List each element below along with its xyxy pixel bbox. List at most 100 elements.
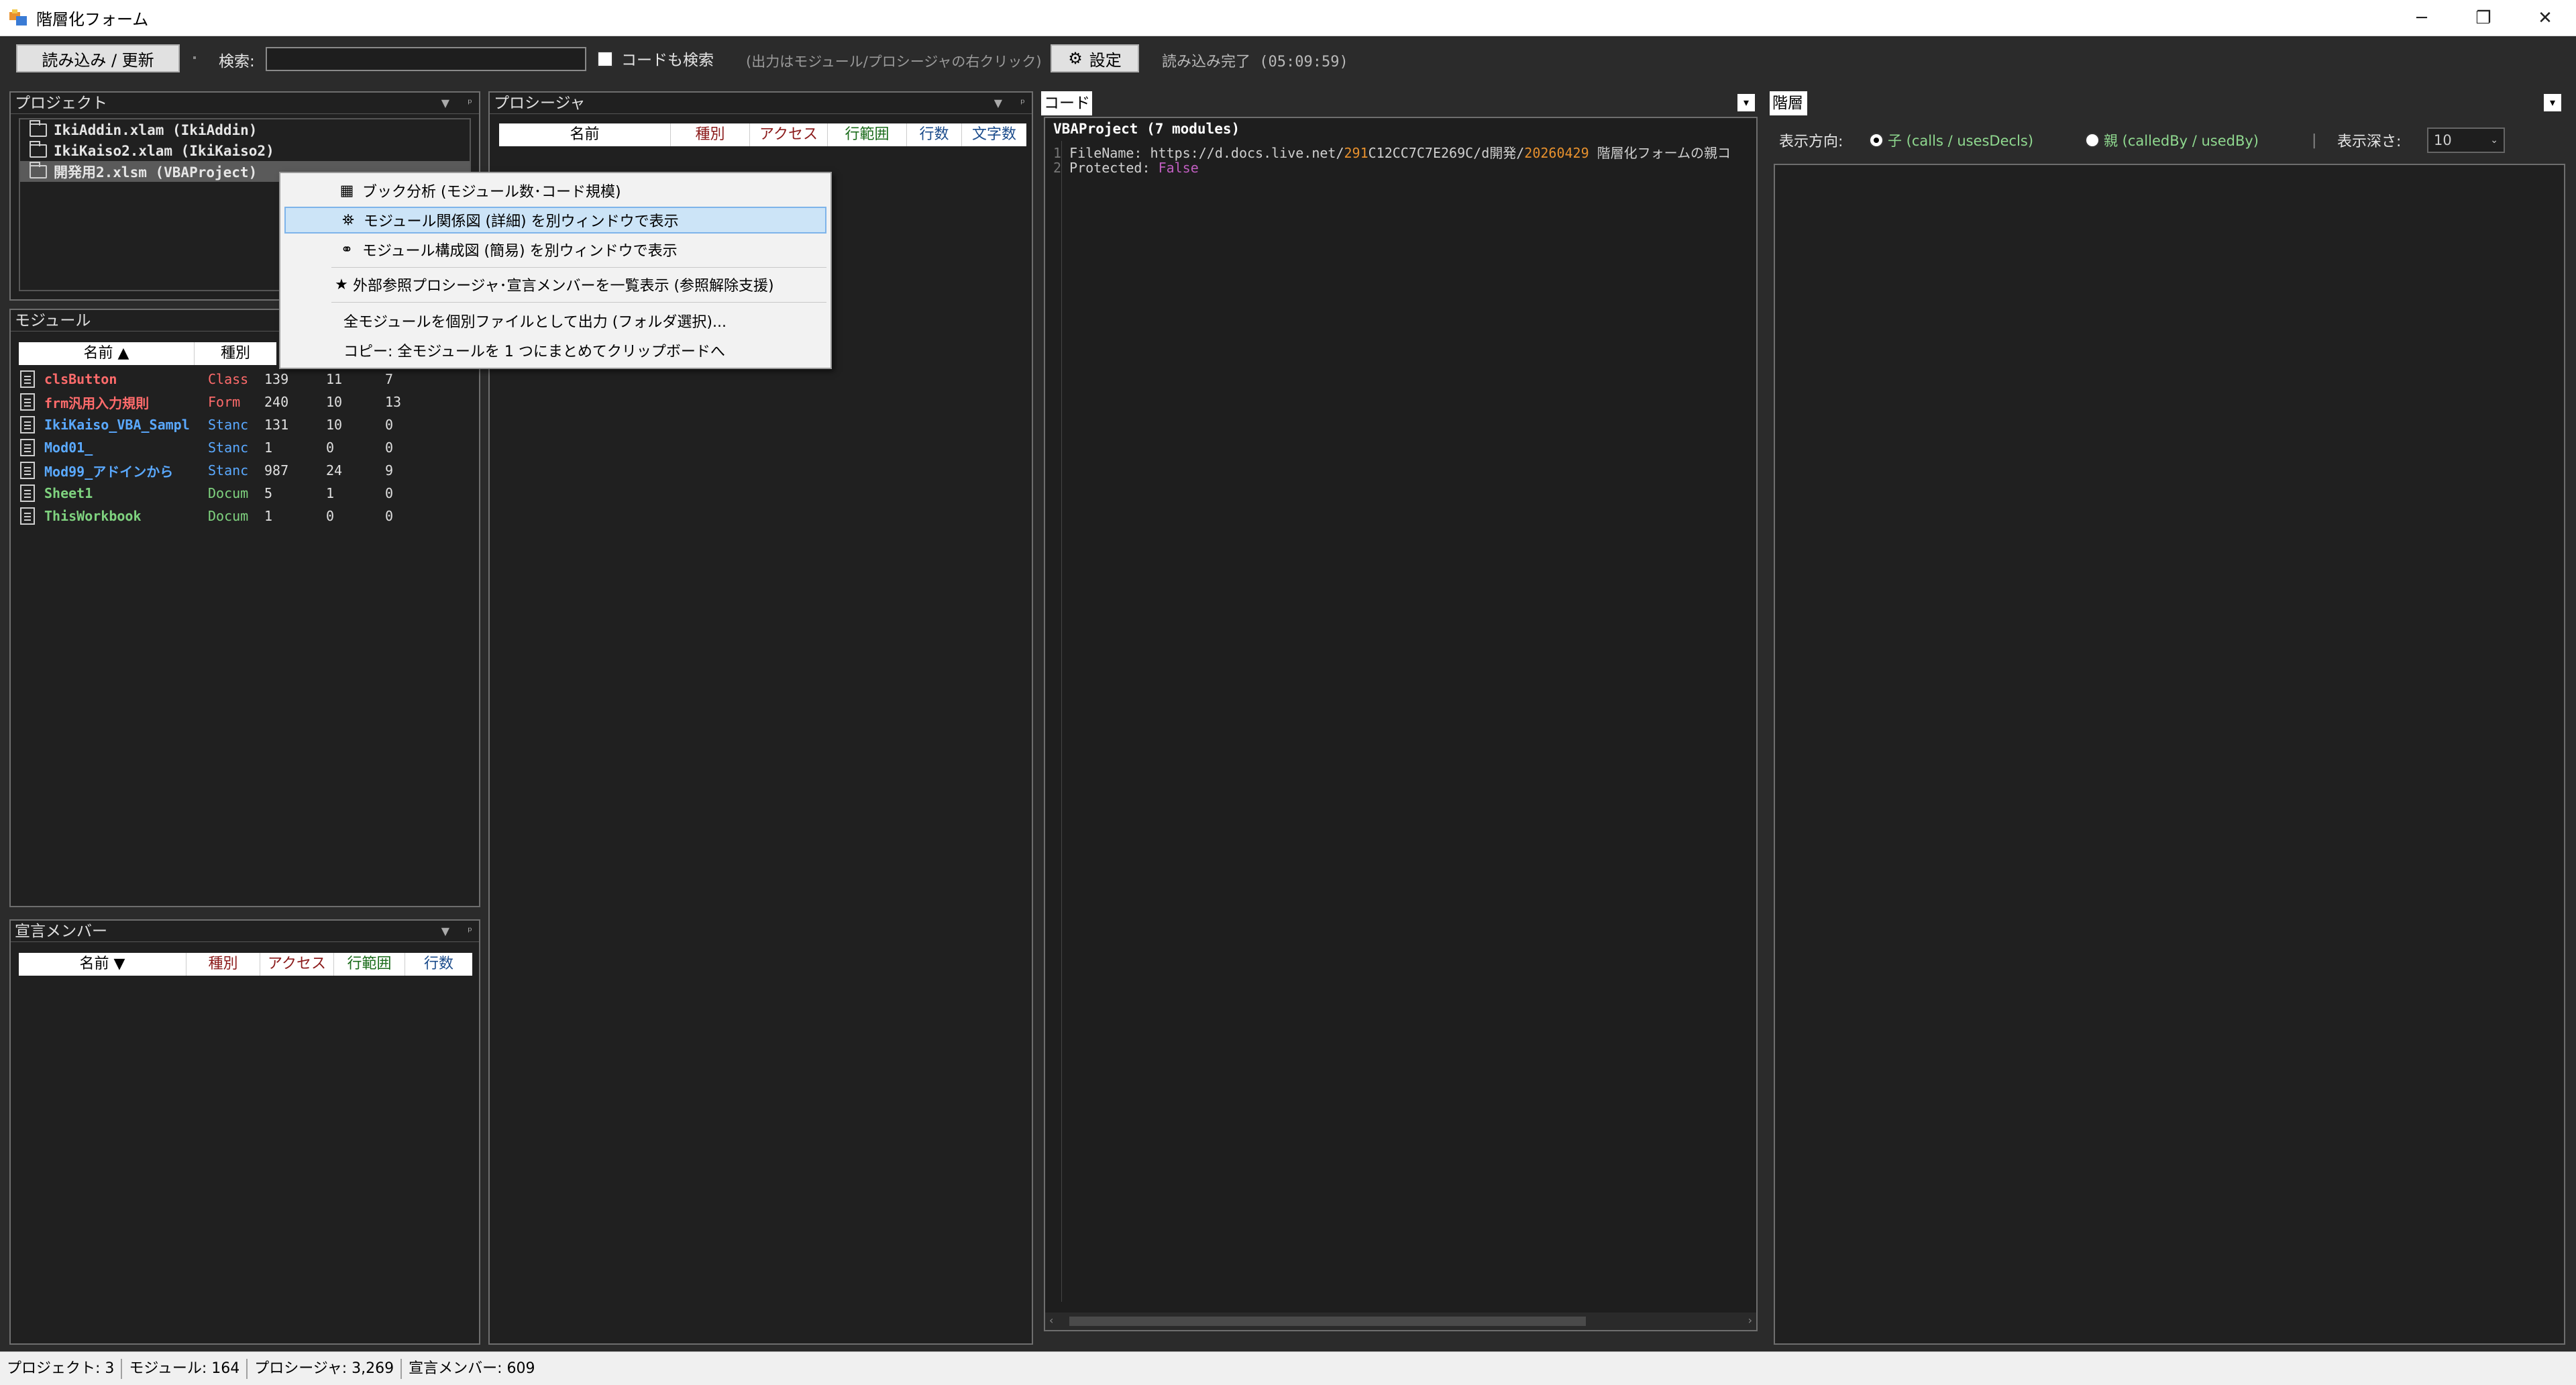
search-input[interactable]: [266, 47, 586, 71]
code-editor[interactable]: VBAProject (7 modules) 1 FileName: https…: [1044, 117, 1758, 1331]
tab-hierarchy[interactable]: 階層: [1770, 91, 1807, 115]
gutter-line: [1061, 141, 1062, 1302]
status-bar: プロジェクト: 3 モジュール: 164 プロシージャ: 3,269 宣言メンバ…: [0, 1351, 2576, 1385]
separator: [193, 56, 196, 59]
dropdown-icon[interactable]: ▼: [441, 921, 449, 942]
close-button[interactable]: ✕: [2514, 0, 2576, 36]
scroll-left-icon[interactable]: ‹: [1049, 1314, 1053, 1327]
table-row[interactable]: ThisWorkbook Docum 1 0 0: [20, 505, 425, 527]
panel-menu-icon[interactable]: ▾: [1737, 94, 1755, 111]
module-procedures: 24: [326, 462, 343, 478]
settings-button[interactable]: ⚙ 設定: [1051, 44, 1139, 72]
column-header-lines[interactable]: 行数: [405, 953, 472, 976]
status-modules: モジュール: 164: [122, 1358, 248, 1379]
pin-icon[interactable]: ᵖ: [468, 93, 472, 114]
scroll-right-icon[interactable]: ›: [1748, 1314, 1752, 1327]
table-row[interactable]: Mod01_ Stanc 1 0 0: [20, 436, 425, 459]
module-procedures: 0: [326, 508, 335, 524]
module-members: 0: [385, 485, 394, 501]
pin-icon[interactable]: ᵖ: [1020, 93, 1025, 114]
code-hash: C12CC7C7E269C/d開発/: [1368, 145, 1525, 161]
code-value: False: [1158, 160, 1199, 176]
menu-item-module-relation-detail[interactable]: ⛯ モジュール関係図 (詳細) を別ウィンドウで表示: [284, 207, 826, 234]
network-icon: ⛯: [342, 211, 354, 229]
menu-item-copy-all-modules[interactable]: コピー: 全モジュールを 1 つにまとめてクリップボードへ: [284, 337, 826, 364]
pin-icon[interactable]: ᵖ: [468, 921, 472, 942]
scrollbar-thumb[interactable]: [1069, 1317, 1586, 1326]
menu-separator: [331, 267, 826, 268]
depth-select[interactable]: 10 ⌄: [2427, 127, 2505, 153]
module-lines: 987: [264, 462, 289, 478]
menu-item-book-analysis[interactable]: ▦ ブック分析 (モジュール数･コード規模): [284, 177, 826, 204]
module-procedures: 11: [326, 371, 343, 387]
column-header-type[interactable]: 種別: [671, 123, 750, 146]
column-header-name[interactable]: 名前 ▼: [19, 953, 186, 976]
tab-code[interactable]: コード: [1041, 91, 1092, 115]
child-radio[interactable]: [1869, 133, 1884, 148]
module-members: 0: [385, 508, 394, 524]
minimize-button[interactable]: ─: [2391, 0, 2453, 36]
module-name: Sheet1: [44, 485, 93, 501]
gear-icon: ⚙: [1068, 49, 1083, 68]
column-header-name[interactable]: 名前 ▲: [19, 342, 195, 365]
title-bar: 階層化フォーム ─ ❐ ✕: [0, 0, 2576, 36]
document-icon: [20, 484, 35, 502]
line-number: 1: [1053, 145, 1062, 161]
table-row[interactable]: Mod99_アドインから Stanc 987 24 9: [20, 459, 425, 482]
document-icon: [20, 416, 35, 433]
column-header-range[interactable]: 行範囲: [828, 123, 907, 146]
module-name: frm汎用入力規則: [44, 395, 150, 411]
column-header-access[interactable]: アクセス: [750, 123, 828, 146]
code-url: https://d.docs.live.net/: [1150, 145, 1344, 161]
column-header-type[interactable]: 種別: [186, 953, 260, 976]
module-name: Mod01_: [44, 440, 93, 456]
dropdown-icon[interactable]: ▼: [441, 93, 449, 114]
panel-menu-icon[interactable]: ▾: [2544, 94, 2561, 111]
document-icon: [20, 439, 35, 456]
chevron-down-icon: ⌄: [2490, 135, 2498, 146]
menu-item-external-refs[interactable]: ★ 外部参照プロシージャ･宣言メンバーを一覧表示 (参照解除支援): [284, 271, 826, 298]
horizontal-scrollbar[interactable]: ‹ ›: [1045, 1313, 1756, 1330]
window-title: 階層化フォーム: [36, 10, 149, 29]
column-header-type[interactable]: 種別: [195, 342, 276, 365]
table-row[interactable]: frm汎用入力規則 Form 240 10 13: [20, 391, 425, 413]
tree-item-label: 開発用2.xlsm (VBAProject): [54, 164, 258, 181]
module-type: Form: [208, 394, 241, 410]
member-panel-header: 宣言メンバー ▼ ᵖ: [11, 921, 479, 942]
module-type: Class: [208, 371, 249, 387]
tree-item-ikikaiso2[interactable]: IkiKaiso2.xlam (IkiKaiso2): [20, 140, 470, 161]
column-header-range[interactable]: 行範囲: [334, 953, 405, 976]
column-header-lines[interactable]: 行数: [907, 123, 962, 146]
column-header-chars[interactable]: 文字数: [962, 123, 1026, 146]
hierarchy-view[interactable]: [1774, 164, 2565, 1345]
code-search-checkbox[interactable]: [597, 51, 613, 67]
module-members: 7: [385, 371, 394, 387]
parent-radio[interactable]: [2085, 133, 2100, 148]
project-panel-header: プロジェクト ▼ ᵖ: [11, 93, 479, 114]
code-line-2: 2 Protected: False: [1053, 160, 1199, 176]
module-procedures: 10: [326, 417, 343, 433]
menu-item-module-structure-simple[interactable]: ⚭ モジュール構成図 (簡易) を別ウィンドウで表示: [284, 236, 826, 263]
tree-item-ikiaddin[interactable]: IkiAddin.xlam (IkiAddin): [20, 119, 470, 140]
member-panel: 宣言メンバー ▼ ᵖ: [9, 919, 480, 1345]
project-panel-title: プロジェクト: [15, 95, 107, 112]
parent-label: 親 (calledBy / usedBy): [2104, 133, 2259, 149]
reload-button[interactable]: 読み込み / 更新: [16, 44, 180, 72]
direction-label: 表示方向:: [1779, 134, 1843, 150]
code-line-1: 1 FileName: https://d.docs.live.net/291C…: [1053, 142, 1731, 162]
maximize-button[interactable]: ❐: [2453, 0, 2514, 36]
module-procedures: 10: [326, 394, 343, 410]
menu-item-export-modules[interactable]: 全モジュールを個別ファイルとして出力 (フォルダ選択)...: [284, 307, 826, 334]
table-row[interactable]: IkiKaiso_VBA_Sampl Stanc 131 10 0: [20, 413, 425, 436]
module-lines: 139: [264, 371, 289, 387]
table-row[interactable]: clsButton Class 139 11 7: [20, 368, 425, 391]
table-row[interactable]: Sheet1 Docum 5 1 0: [20, 482, 425, 505]
dropdown-icon[interactable]: ▼: [994, 93, 1002, 114]
depth-value: 10: [2434, 132, 2452, 148]
module-type: Stanc: [208, 440, 249, 456]
status-members: 宣言メンバー: 609: [409, 1360, 535, 1377]
column-header-name[interactable]: 名前: [499, 123, 671, 146]
folder-icon: [30, 140, 47, 158]
column-header-access[interactable]: アクセス: [260, 953, 334, 976]
member-panel-title: 宣言メンバー: [15, 923, 107, 940]
